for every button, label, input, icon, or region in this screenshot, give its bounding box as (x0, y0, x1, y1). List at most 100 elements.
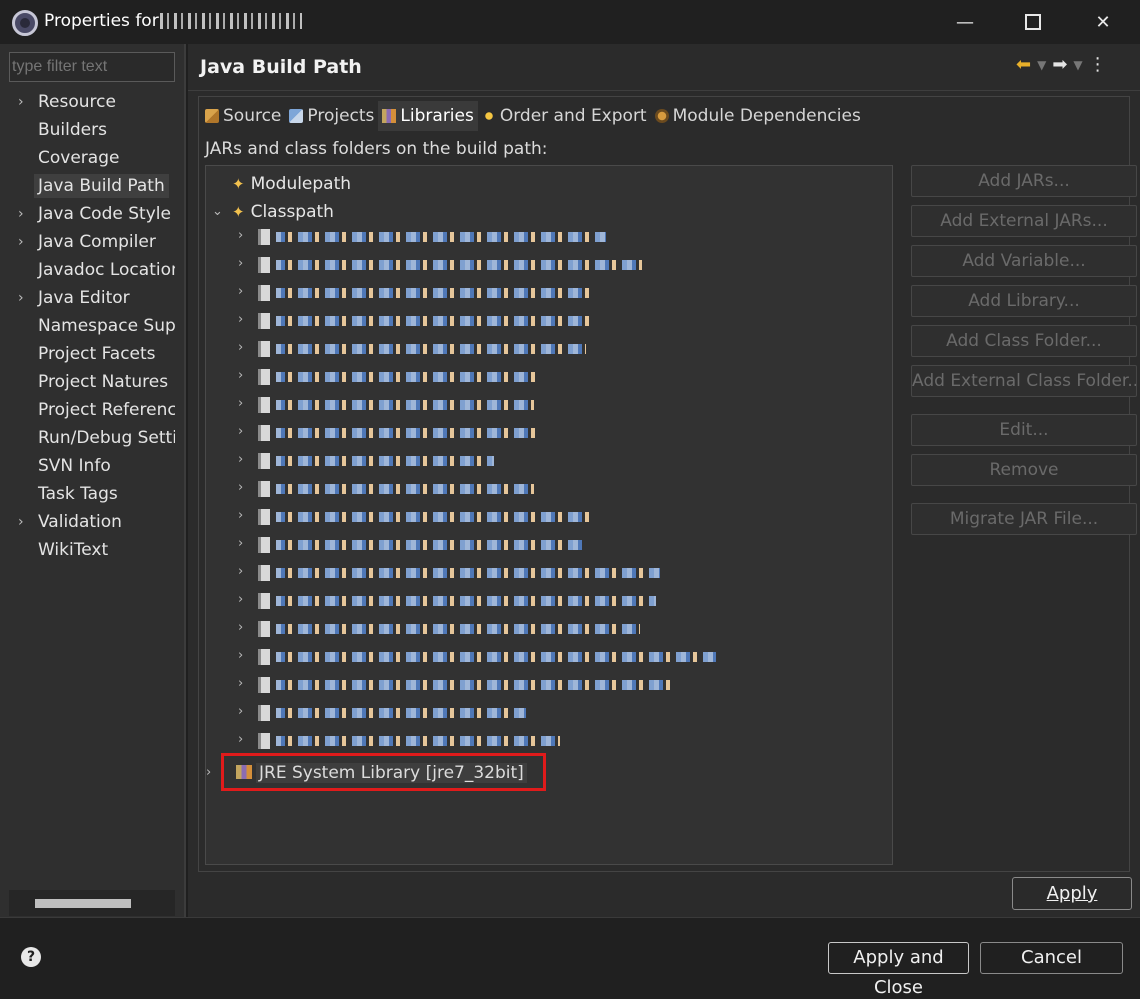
sidebar-item[interactable]: › Java Code Style (9, 200, 175, 228)
tab-label: Projects (307, 106, 375, 126)
jar-entry[interactable]: › (206, 642, 886, 670)
chevron-right-icon[interactable]: › (18, 284, 24, 312)
edit-button[interactable]: Edit... (911, 414, 1137, 446)
obscured-jar-name (276, 596, 656, 606)
chevron-right-icon[interactable]: › (238, 614, 243, 642)
jar-entry[interactable]: › (206, 502, 886, 530)
close-button[interactable]: ✕ (1068, 0, 1138, 44)
back-history-dropdown-icon[interactable]: ▼ (1037, 54, 1046, 76)
add-jars-button[interactable]: Add JARs... (911, 165, 1137, 197)
chevron-right-icon[interactable]: › (18, 200, 24, 228)
sidebar-item[interactable]: › Java Editor (9, 284, 175, 312)
filter-input[interactable] (9, 52, 175, 82)
chevron-right-icon[interactable]: › (206, 758, 211, 788)
add-library-button[interactable]: Add Library... (911, 285, 1137, 317)
jar-entry[interactable]: › (206, 614, 886, 642)
source-folder-icon (205, 109, 219, 123)
jar-entry[interactable]: › (206, 698, 886, 726)
minimize-button[interactable]: — (930, 0, 1000, 44)
sidebar-item[interactable]: WikiText (9, 536, 175, 564)
sidebar-item[interactable]: Task Tags (9, 480, 175, 508)
chevron-right-icon[interactable]: › (238, 250, 243, 278)
jar-entry[interactable]: › (206, 278, 886, 306)
forward-history-dropdown-icon[interactable]: ▼ (1073, 54, 1082, 76)
sidebar-item[interactable]: Javadoc Location (9, 256, 175, 284)
left-pane: › Resource Builders Coverage Java Build Path… (0, 44, 186, 931)
chevron-right-icon[interactable]: › (238, 446, 243, 474)
sidebar-item[interactable]: Builders (9, 116, 175, 144)
back-arrow-icon[interactable]: ⬅ (1016, 54, 1031, 76)
add-class-folder-button[interactable]: Add Class Folder... (911, 325, 1137, 357)
jar-entry[interactable]: › (206, 474, 886, 502)
chevron-right-icon[interactable]: › (238, 306, 243, 334)
apply-button[interactable]: Apply (1012, 877, 1132, 910)
migrate-jar-button[interactable]: Migrate JAR File... (911, 503, 1137, 535)
jar-entry[interactable]: › (206, 586, 886, 614)
chevron-right-icon[interactable]: › (238, 390, 243, 418)
sidebar-item[interactable]: Project Facets (9, 340, 175, 368)
tab-libraries[interactable]: Libraries (378, 101, 478, 131)
tab-projects[interactable]: Projects (285, 101, 378, 131)
sidebar-item[interactable]: › Java Compiler (9, 228, 175, 256)
chevron-right-icon[interactable]: › (238, 642, 243, 670)
tab-module-dependencies[interactable]: Module Dependencies (651, 101, 865, 131)
tab-source[interactable]: Source (201, 101, 285, 131)
sidebar-item[interactable]: Java Build Path (9, 172, 175, 200)
sidebar-item[interactable]: Run/Debug Settings (9, 424, 175, 452)
jar-entry[interactable]: › (206, 222, 886, 250)
add-external-class-folder-button[interactable]: Add External Class Folder... (911, 365, 1137, 397)
sidebar-item-label: Project Natures (38, 372, 169, 392)
help-icon[interactable]: ? (21, 947, 41, 967)
chevron-right-icon[interactable]: › (238, 222, 243, 250)
add-external-jars-button[interactable]: Add External JARs... (911, 205, 1137, 237)
chevron-right-icon[interactable]: › (238, 558, 243, 586)
chevron-right-icon[interactable]: › (238, 726, 243, 754)
chevron-right-icon[interactable]: › (238, 334, 243, 362)
sidebar-item[interactable]: › Validation (9, 508, 175, 536)
apply-and-close-button[interactable]: Apply and Close (828, 942, 969, 998)
tab-order-and-export[interactable]: Order and Export (478, 101, 651, 131)
chevron-right-icon[interactable]: › (238, 586, 243, 614)
chevron-right-icon[interactable]: › (238, 530, 243, 558)
jar-entry[interactable]: › (206, 390, 886, 418)
chevron-right-icon[interactable]: › (238, 474, 243, 502)
chevron-right-icon[interactable]: › (238, 418, 243, 446)
jar-entry[interactable]: › (206, 446, 886, 474)
jar-entry[interactable]: › (206, 558, 886, 586)
chevron-right-icon[interactable]: › (18, 88, 24, 116)
sidebar-horizontal-scrollbar[interactable] (9, 890, 175, 916)
cancel-button[interactable]: Cancel (980, 942, 1123, 974)
jar-entry[interactable]: › (206, 530, 886, 558)
jar-entry[interactable]: › (206, 418, 886, 446)
sidebar-item[interactable]: › Resource (9, 88, 175, 116)
sidebar-item[interactable]: Project References (9, 396, 175, 424)
jar-entry[interactable]: › (206, 726, 886, 754)
chevron-right-icon[interactable]: › (238, 362, 243, 390)
sidebar-item[interactable]: Namespace Support (9, 312, 175, 340)
chevron-right-icon[interactable]: › (238, 278, 243, 306)
sidebar-item[interactable]: Coverage (9, 144, 175, 172)
modulepath-node[interactable]: ✦ Modulepath (232, 170, 351, 198)
jar-entry[interactable]: › (206, 250, 886, 278)
sidebar-item[interactable]: SVN Info (9, 452, 175, 480)
chevron-right-icon[interactable]: › (18, 228, 24, 256)
jar-entry[interactable]: › (206, 362, 886, 390)
build-path-tree[interactable]: ✦ Modulepath ⌄ ✦ Classpath › JRE System Li… (205, 165, 893, 865)
jar-file-icon (258, 257, 270, 273)
scrollbar-thumb[interactable] (35, 899, 131, 908)
jar-entry[interactable]: › (206, 306, 886, 334)
add-variable-button[interactable]: Add Variable... (911, 245, 1137, 277)
view-menu-icon[interactable]: ⋮ (1089, 54, 1107, 76)
chevron-right-icon[interactable]: › (238, 698, 243, 726)
forward-arrow-icon[interactable]: ➡ (1052, 54, 1067, 76)
sidebar-item[interactable]: Project Natures (9, 368, 175, 396)
chevron-right-icon[interactable]: › (238, 502, 243, 530)
jre-system-library-node[interactable]: › JRE System Library [jre7_32bit] (206, 758, 527, 788)
jar-entry[interactable]: › (206, 334, 886, 362)
jar-file-icon (258, 397, 270, 413)
jar-entry[interactable]: › (206, 670, 886, 698)
maximize-button[interactable] (998, 0, 1068, 44)
remove-button[interactable]: Remove (911, 454, 1137, 486)
chevron-right-icon[interactable]: › (238, 670, 243, 698)
chevron-right-icon[interactable]: › (18, 508, 24, 536)
